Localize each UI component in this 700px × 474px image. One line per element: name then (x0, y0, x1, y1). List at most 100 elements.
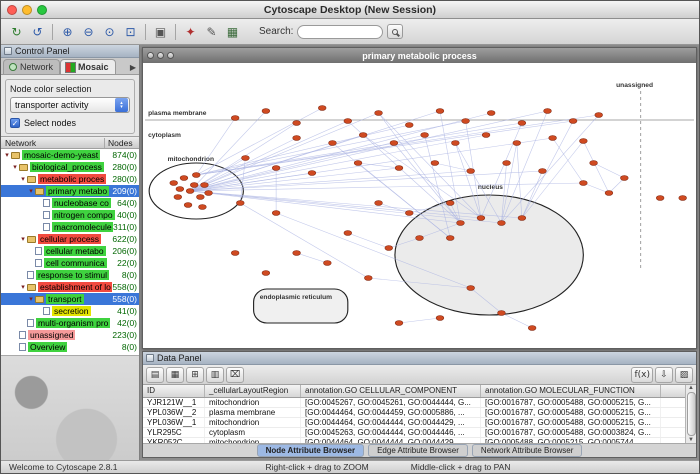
network-node[interactable] (503, 161, 511, 166)
tree-expander-icon[interactable]: ▾ (3, 151, 11, 159)
network-node[interactable] (405, 211, 413, 216)
tab-mosaic[interactable]: Mosaic (60, 59, 116, 74)
tree-expander-icon[interactable]: ▾ (11, 163, 19, 171)
table-column-header[interactable]: ID (143, 385, 205, 397)
tree-row[interactable]: ▾transport558(0) (1, 293, 139, 305)
network-node[interactable] (467, 286, 475, 291)
network-node[interactable] (620, 176, 628, 181)
network-node[interactable] (272, 166, 280, 171)
table-row[interactable]: YLR295Ccytoplasm[GO:0045263, GO:0044444,… (143, 428, 696, 438)
select-attributes-icon[interactable]: ▤ (146, 367, 164, 383)
network-window-titlebar[interactable]: primary metabolic process (143, 48, 696, 63)
refresh-network-icon[interactable]: ↻ (6, 22, 27, 41)
zoom-selected-icon[interactable]: ⊙ (99, 22, 120, 41)
table-column-header[interactable]: annotation.GO MOLECULAR_FUNCTION (481, 385, 661, 397)
network-node[interactable] (199, 205, 207, 210)
network-node[interactable] (446, 236, 454, 241)
network-node[interactable] (549, 136, 557, 141)
network-node[interactable] (308, 171, 316, 176)
network-node[interactable] (656, 196, 664, 201)
network-node[interactable] (186, 189, 194, 194)
table-row[interactable]: YKR052Cmitochondrion[GO:0044464, GO:0044… (143, 438, 696, 443)
table-scrollbar[interactable]: ▲ ▼ (685, 385, 696, 443)
network-node[interactable] (262, 109, 270, 114)
network-node[interactable] (446, 201, 454, 206)
network-node[interactable] (513, 141, 521, 146)
tree-row[interactable]: ▾cellular process622(0) (1, 233, 139, 245)
network-maximize-icon[interactable] (167, 52, 174, 59)
network-node[interactable] (431, 161, 439, 166)
network-node[interactable] (416, 236, 424, 241)
tree-row[interactable]: multi-organism pro42(0) (1, 317, 139, 329)
create-attribute-icon[interactable]: ▦ (166, 367, 184, 383)
close-panel-button[interactable] (4, 47, 12, 55)
network-node[interactable] (192, 173, 200, 178)
zoom-fit-icon[interactable]: ⊡ (120, 22, 141, 41)
search-button[interactable] (387, 24, 403, 39)
tree-row[interactable]: ▾primary metabo209(0) (1, 185, 139, 197)
tree-expander-icon[interactable]: ▾ (19, 235, 27, 243)
network-node[interactable] (579, 181, 587, 186)
network-overview-thumbnail[interactable] (1, 355, 139, 460)
function-builder-icon[interactable]: f(x) (631, 367, 653, 383)
network-node[interactable] (569, 119, 577, 124)
import-attributes-icon[interactable]: ⇩ (655, 367, 673, 383)
tab-node-attribute-browser[interactable]: Node Attribute Browser (257, 444, 365, 457)
network-node[interactable] (436, 109, 444, 114)
network-canvas[interactable]: plasma membranecytoplasmmitochondrionnuc… (143, 63, 696, 348)
clear-table-icon[interactable]: ⌧ (226, 367, 244, 383)
network-node[interactable] (436, 316, 444, 321)
network-node[interactable] (462, 119, 470, 124)
network-node[interactable] (375, 201, 383, 206)
annotation-icon[interactable]: ✎ (201, 22, 222, 41)
network-node[interactable] (590, 161, 598, 166)
network-node[interactable] (180, 176, 188, 181)
tree-row[interactable]: cell communica22(0) (1, 257, 139, 269)
refresh-view-icon[interactable]: ↺ (27, 22, 48, 41)
network-node[interactable] (236, 201, 244, 206)
network-node[interactable] (375, 111, 383, 116)
network-node[interactable] (272, 211, 280, 216)
network-node[interactable] (329, 141, 337, 146)
network-node[interactable] (354, 161, 362, 166)
zoom-out-icon[interactable]: ⊖ (78, 22, 99, 41)
network-node[interactable] (421, 133, 429, 138)
network-node[interactable] (477, 216, 485, 221)
tree-row[interactable]: macromolecule311(0) (1, 221, 139, 233)
tree-row[interactable]: cellular metabo206(0) (1, 245, 139, 257)
node-color-dropdown[interactable]: transporter activity ▴▾ (10, 97, 130, 113)
network-node[interactable] (605, 191, 613, 196)
table-row[interactable]: YPL036W__2plasma membrane[GO:0044464, GO… (143, 408, 696, 418)
network-node[interactable] (518, 216, 526, 221)
network-node[interactable] (451, 141, 459, 146)
tree-row[interactable]: unassigned223(0) (1, 329, 139, 341)
network-node[interactable] (293, 121, 301, 126)
network-view-icon[interactable]: ▦ (222, 22, 243, 41)
network-node[interactable] (359, 133, 367, 138)
network-node[interactable] (196, 195, 204, 200)
tree-expander-icon[interactable]: ▾ (27, 187, 35, 195)
zoom-in-icon[interactable]: ⊕ (57, 22, 78, 41)
tree-expander-icon[interactable]: ▾ (27, 295, 35, 303)
network-node[interactable] (482, 133, 490, 138)
scrollbar-thumb[interactable] (687, 392, 696, 436)
tree-row[interactable]: ▾biological_process280(0) (1, 161, 139, 173)
tab-network[interactable]: Network (3, 59, 60, 74)
tree-row[interactable]: Overview8(0) (1, 341, 139, 353)
network-node[interactable] (405, 123, 413, 128)
network-node[interactable] (318, 106, 326, 111)
network-node[interactable] (293, 136, 301, 141)
tree-row[interactable]: ▾mosaic-demo-yeast874(0) (1, 149, 139, 161)
network-node[interactable] (201, 183, 209, 188)
scroll-down-icon[interactable]: ▼ (688, 437, 694, 443)
network-node[interactable] (262, 271, 270, 276)
network-node[interactable] (170, 181, 178, 186)
tab-network-attribute-browser[interactable]: Network Attribute Browser (472, 444, 582, 457)
network-node[interactable] (364, 276, 372, 281)
scroll-up-icon[interactable]: ▲ (688, 385, 694, 391)
network-node[interactable] (579, 139, 587, 144)
network-node[interactable] (293, 251, 301, 256)
network-node[interactable] (518, 121, 526, 126)
network-node[interactable] (176, 187, 184, 192)
select-nodes-checkbox[interactable]: ✓ (10, 118, 20, 128)
